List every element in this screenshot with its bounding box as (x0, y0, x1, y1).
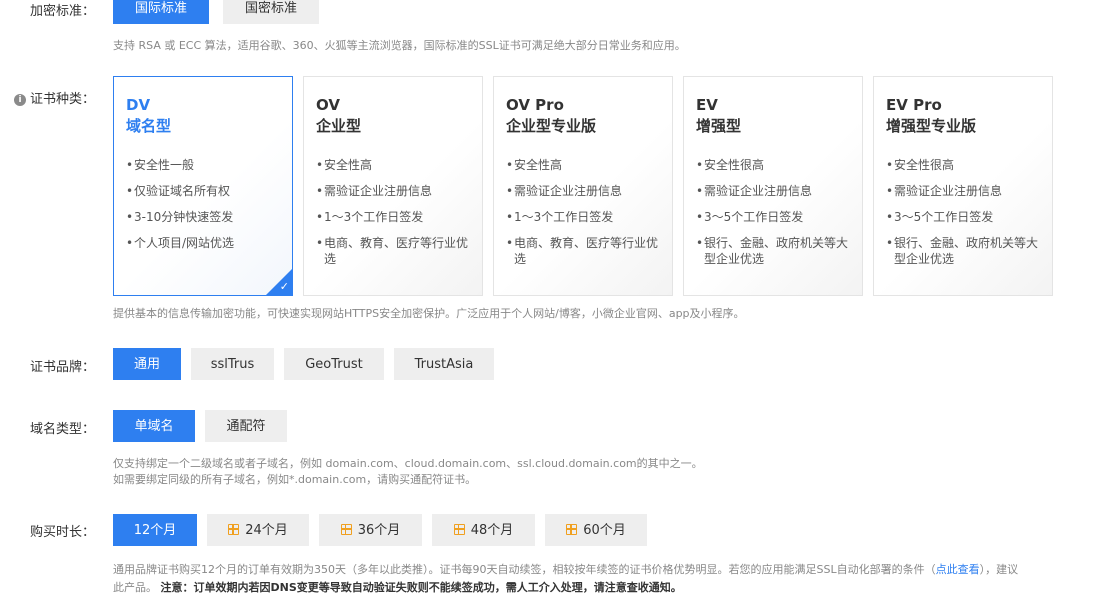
view-details-link[interactable]: 点此查看 (936, 563, 980, 576)
card-feature: 3-10分钟快速签发 (126, 209, 280, 225)
card-title-en: EV (696, 96, 718, 114)
check-icon: ✓ (279, 280, 289, 293)
duration-warning: 注意：订单效期内若因DNS变更等导致自动验证失败则不能续签成功，需人工介入处理，… (160, 581, 682, 594)
cert-type-hint: 提供基本的信息传输加密功能，可快速实现网站HTTPS安全加密保护。广泛应用于个人… (113, 307, 745, 320)
card-feature: 需验证企业注册信息 (886, 183, 1040, 199)
cert-type-label: i 证书种类： (14, 88, 95, 107)
duration-option-label: 48个月 (470, 523, 514, 538)
duration-option-label: 24个月 (245, 523, 288, 538)
card-title-cn: 企业型专业版 (506, 117, 597, 135)
card-feature: 电商、教育、医疗等行业优选 (316, 235, 470, 267)
gift-icon (566, 524, 578, 535)
option-intl-standard[interactable]: 国际标准 (113, 0, 209, 24)
duration-option-36[interactable]: 36个月 (319, 514, 422, 546)
cert-type-label-text: 证书种类： (30, 92, 96, 107)
card-title-cn: 企业型 (316, 117, 362, 135)
domain-hint-2: 如需要绑定同级的所有子域名，例如*.domain.com，请购买通配符证书。 (113, 473, 477, 486)
card-feature: 电商、教育、医疗等行业优选 (506, 235, 660, 267)
card-feature: 需验证企业注册信息 (316, 183, 470, 199)
card-feature: 1～3个工作日签发 (316, 209, 470, 225)
card-title-cn: 增强型专业版 (886, 117, 977, 135)
brand-option-trustasia[interactable]: TrustAsia (394, 348, 494, 380)
encryption-hint: 支持 RSA 或 ECC 算法，适用谷歌、360、火狐等主流浏览器，国际标准的S… (113, 39, 686, 52)
brand-option-ssltrus[interactable]: sslTrus (191, 348, 274, 380)
domain-type-label: 域名类型： (30, 422, 96, 437)
duration-option-12[interactable]: 12个月 (113, 514, 197, 546)
card-feature: 安全性很高 (696, 157, 850, 173)
card-feature: 需验证企业注册信息 (506, 183, 660, 199)
brand-option-generic[interactable]: 通用 (113, 348, 181, 380)
duration-option-60[interactable]: 60个月 (545, 514, 647, 546)
encryption-label: 加密标准： (30, 4, 96, 19)
card-title-en: OV (316, 96, 340, 114)
duration-hint-1: 通用品牌证书购买12个月的订单有效期为350天（多年以此类推）。证书每90天自动… (113, 562, 1018, 578)
cert-card-ev[interactable]: EV 增强型 安全性很高 需验证企业注册信息 3～5个工作日签发 银行、金融、政… (683, 76, 863, 296)
domain-option-wildcard[interactable]: 通配符 (205, 410, 287, 442)
option-gm-standard[interactable]: 国密标准 (223, 0, 319, 24)
cert-card-dv[interactable]: DV 域名型 安全性一般 仅验证域名所有权 3-10分钟快速签发 个人项目/网站… (113, 76, 293, 296)
duration-option-label: 60个月 (583, 523, 626, 538)
cert-card-ov[interactable]: OV 企业型 安全性高 需验证企业注册信息 1～3个工作日签发 电商、教育、医疗… (303, 76, 483, 296)
info-icon[interactable]: i (14, 94, 26, 106)
duration-option-label: 36个月 (357, 523, 401, 538)
duration-hint-text-end: ），建议 (979, 563, 1019, 576)
duration-hint-2: 此产品。 注意：订单效期内若因DNS变更等导致自动验证失败则不能续签成功，需人工… (113, 580, 682, 596)
domain-option-single[interactable]: 单域名 (113, 410, 195, 442)
card-feature: 仅验证域名所有权 (126, 183, 280, 199)
card-feature: 需验证企业注册信息 (696, 183, 850, 199)
card-feature: 3～5个工作日签发 (886, 209, 1040, 225)
duration-hint-text: 通用品牌证书购买12个月的订单有效期为350天（多年以此类推）。证书每90天自动… (113, 563, 936, 576)
card-feature: 1～3个工作日签发 (506, 209, 660, 225)
gift-icon (340, 524, 352, 535)
duration-option-24[interactable]: 24个月 (207, 514, 309, 546)
card-feature: 个人项目/网站优选 (126, 235, 280, 251)
card-feature: 3～5个工作日签发 (696, 209, 850, 225)
domain-hint-1: 仅支持绑定一个二级域名或者子域名，例如 domain.com、cloud.dom… (113, 457, 703, 470)
card-title-en: OV Pro (506, 96, 564, 114)
cert-card-ov-pro[interactable]: OV Pro 企业型专业版 安全性高 需验证企业注册信息 1～3个工作日签发 电… (493, 76, 673, 296)
card-feature: 银行、金融、政府机关等大型企业优选 (886, 235, 1040, 267)
card-title-cn: 域名型 (126, 117, 172, 135)
gift-icon (228, 524, 240, 535)
brand-label: 证书品牌： (30, 360, 96, 375)
duration-label: 购买时长： (30, 525, 96, 540)
card-feature: 安全性很高 (886, 157, 1040, 173)
card-title-cn: 增强型 (696, 117, 742, 135)
card-feature: 银行、金融、政府机关等大型企业优选 (696, 235, 850, 267)
card-title-en: DV (126, 96, 151, 114)
duration-option-48[interactable]: 48个月 (432, 514, 535, 546)
duration-hint-prefix: 此产品。 (113, 581, 157, 594)
cert-card-ev-pro[interactable]: EV Pro 增强型专业版 安全性很高 需验证企业注册信息 3～5个工作日签发 … (873, 76, 1053, 296)
card-feature: 安全性一般 (126, 157, 280, 173)
card-feature: 安全性高 (506, 157, 660, 173)
card-title-en: EV Pro (886, 96, 942, 114)
gift-icon (453, 524, 465, 535)
card-feature: 安全性高 (316, 157, 470, 173)
brand-option-geotrust[interactable]: GeoTrust (284, 348, 384, 380)
